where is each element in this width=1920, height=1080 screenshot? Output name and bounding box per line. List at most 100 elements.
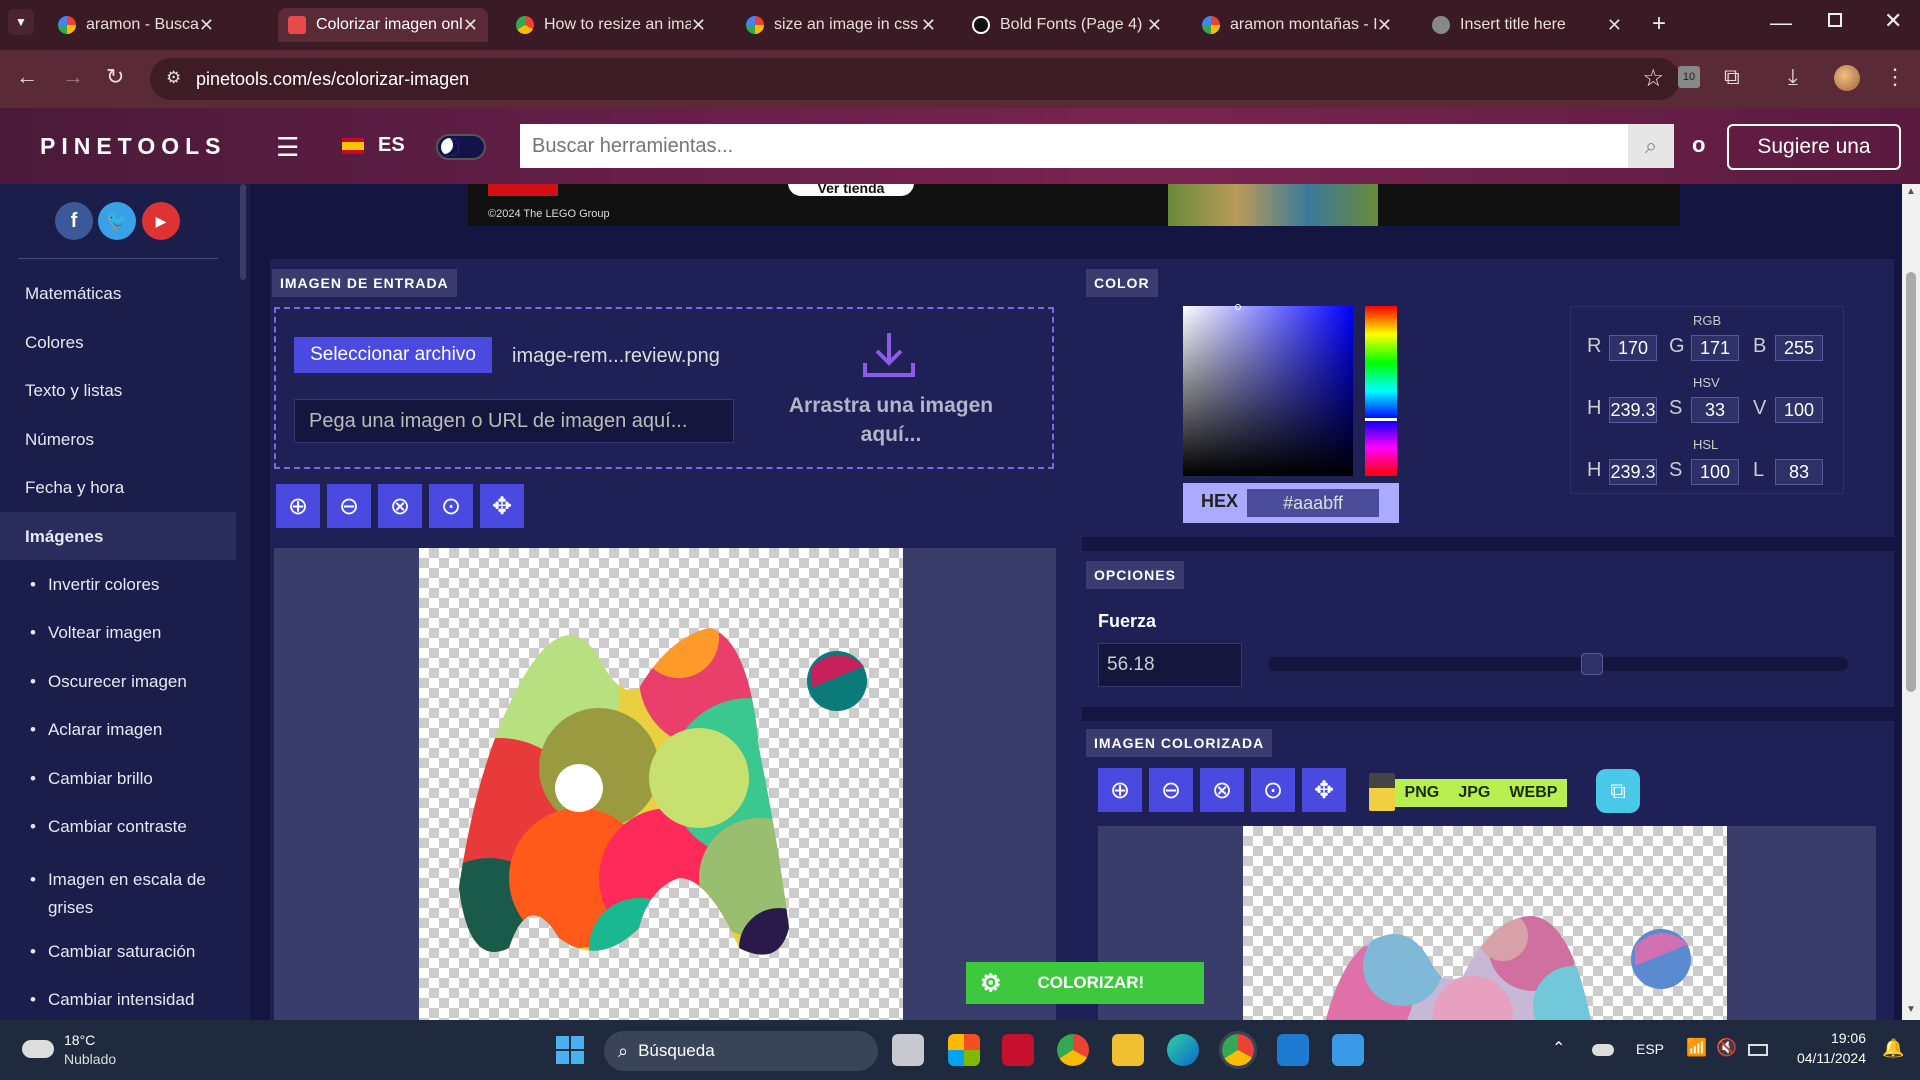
close-tab-icon[interactable]: ✕ bbox=[1377, 15, 1392, 36]
g-input[interactable]: 171 bbox=[1691, 335, 1739, 361]
store-icon[interactable] bbox=[948, 1034, 980, 1066]
dropzone[interactable]: Seleccionar archivo image-rem...review.p… bbox=[274, 307, 1054, 469]
zoom-reset-icon[interactable]: ⊗ bbox=[1200, 768, 1244, 812]
mcafee-icon[interactable] bbox=[1002, 1034, 1034, 1066]
sidebar-item-imagenes[interactable]: Imágenes bbox=[25, 527, 103, 547]
strength-input[interactable]: 56.18 bbox=[1098, 643, 1242, 687]
youtube-icon[interactable]: ▶ bbox=[142, 202, 180, 240]
close-tab-icon[interactable]: ✕ bbox=[1607, 15, 1622, 36]
bookmark-star-icon[interactable]: ☆ bbox=[1642, 64, 1664, 93]
hsl-l-input[interactable]: 83 bbox=[1775, 459, 1823, 485]
reload-icon[interactable]: ↻ bbox=[106, 64, 124, 90]
hex-input[interactable]: #aaabff bbox=[1247, 489, 1379, 517]
hsl-h-input[interactable]: 239.3 bbox=[1609, 459, 1657, 485]
close-tab-icon[interactable]: ✕ bbox=[691, 15, 706, 36]
app-icon[interactable] bbox=[1332, 1034, 1364, 1066]
sidebar-subitem[interactable]: Cambiar saturación bbox=[30, 942, 195, 962]
output-preview-area[interactable] bbox=[1098, 826, 1876, 1020]
saturation-value-picker[interactable] bbox=[1183, 304, 1353, 476]
tab-bold-fonts[interactable]: Bold Fonts (Page 4) | ✕ bbox=[962, 8, 1172, 42]
hsv-h-input[interactable]: 239.3 bbox=[1609, 397, 1657, 423]
tab-aramon-montanas[interactable]: aramon montañas - I ✕ bbox=[1192, 8, 1402, 42]
scroll-thumb[interactable] bbox=[1906, 272, 1916, 692]
windows-start-icon[interactable] bbox=[556, 1036, 584, 1064]
picker-cursor[interactable] bbox=[1235, 304, 1241, 310]
strength-slider-handle[interactable] bbox=[1581, 653, 1604, 675]
back-icon[interactable]: ← bbox=[16, 64, 38, 90]
input-preview-area[interactable] bbox=[274, 548, 1056, 1020]
tools-search-input[interactable] bbox=[520, 124, 1674, 168]
sidebar-subitem[interactable]: Imagen en escala de grises bbox=[30, 866, 220, 922]
restore-icon[interactable] bbox=[1828, 13, 1842, 27]
zoom-fit-icon[interactable]: ⊙ bbox=[1251, 768, 1295, 812]
menu-dots-icon[interactable]: ⋮ bbox=[1884, 64, 1906, 90]
close-tab-icon[interactable]: ✕ bbox=[921, 15, 936, 36]
page-scrollbar-track[interactable]: ▲ ▼ bbox=[1902, 184, 1920, 1020]
hamburger-menu-icon[interactable]: ☰ bbox=[276, 132, 299, 163]
taskbar-search[interactable]: ⌕ Búsqueda bbox=[604, 1031, 878, 1071]
tab-size-image-css[interactable]: size an image in css - ✕ bbox=[736, 8, 946, 42]
zoom-out-icon[interactable]: ⊖ bbox=[327, 484, 371, 528]
facebook-icon[interactable]: f bbox=[55, 202, 93, 240]
zoom-in-icon[interactable]: ⊕ bbox=[1098, 768, 1142, 812]
sidebar-item-matematicas[interactable]: Matemáticas bbox=[25, 284, 121, 304]
sidebar-item-fecha[interactable]: Fecha y hora bbox=[25, 478, 124, 498]
tab-aramon-search[interactable]: aramon - Buscar con ✕ bbox=[48, 8, 224, 42]
file-explorer-icon[interactable] bbox=[1112, 1034, 1144, 1066]
wifi-icon[interactable]: 📶 bbox=[1686, 1038, 1707, 1058]
hsl-s-input[interactable]: 100 bbox=[1691, 459, 1739, 485]
move-icon[interactable]: ✥ bbox=[1302, 768, 1346, 812]
keyboard-lang[interactable]: ESP bbox=[1636, 1041, 1664, 1057]
sidebar-item-colores[interactable]: Colores bbox=[25, 333, 84, 353]
clock-date[interactable]: 04/11/2024 bbox=[1788, 1050, 1866, 1066]
notification-bell-icon[interactable]: 🔔 bbox=[1882, 1038, 1904, 1059]
webp-download-button[interactable]: WEBP bbox=[1509, 784, 1557, 802]
tab-insert-title[interactable]: Insert title here ✕ bbox=[1422, 8, 1632, 42]
close-tab-icon[interactable]: ✕ bbox=[199, 15, 214, 36]
strength-slider-track[interactable] bbox=[1268, 653, 1848, 675]
address-bar[interactable]: ⚙ pinetools.com/es/colorizar-imagen ☆ bbox=[150, 58, 1680, 100]
profile-avatar[interactable] bbox=[1834, 65, 1860, 91]
hue-slider-handle[interactable] bbox=[1365, 418, 1397, 421]
colorize-button[interactable]: ⚙ COLORIZAR! bbox=[966, 962, 1204, 1004]
extension-badge-icon[interactable]: 10 bbox=[1678, 66, 1700, 88]
image-url-input[interactable]: Pega una imagen o URL de imagen aquí... bbox=[294, 399, 734, 443]
sidebar-item-texto[interactable]: Texto y listas bbox=[25, 381, 122, 401]
chrome-taskbar-icon[interactable] bbox=[1057, 1034, 1089, 1066]
zoom-out-icon[interactable]: ⊖ bbox=[1149, 768, 1193, 812]
language-selector[interactable]: ES bbox=[378, 134, 405, 157]
chrome-profile-icon[interactable] bbox=[1219, 1031, 1257, 1069]
sidebar-scrollbar[interactable] bbox=[240, 184, 246, 280]
close-tab-icon[interactable]: ✕ bbox=[463, 15, 478, 36]
chevron-up-icon[interactable]: ⌃ bbox=[1552, 1038, 1565, 1058]
r-input[interactable]: 170 bbox=[1609, 335, 1657, 361]
b-input[interactable]: 255 bbox=[1775, 335, 1823, 361]
png-download-button[interactable]: PNG bbox=[1405, 784, 1440, 802]
sidebar-subitem[interactable]: Oscurecer imagen bbox=[30, 672, 187, 692]
zoom-reset-icon[interactable]: ⊗ bbox=[378, 484, 422, 528]
hsv-v-input[interactable]: 100 bbox=[1775, 397, 1823, 423]
jpg-download-button[interactable]: JPG bbox=[1458, 784, 1490, 802]
move-icon[interactable]: ✥ bbox=[480, 484, 524, 528]
tab-resize-image[interactable]: How to resize an ima ✕ bbox=[506, 8, 716, 42]
task-view-icon[interactable] bbox=[892, 1034, 924, 1066]
sidebar-subitem[interactable]: Cambiar intensidad bbox=[30, 990, 194, 1010]
hsv-s-input[interactable]: 33 bbox=[1691, 397, 1739, 423]
select-file-button[interactable]: Seleccionar archivo bbox=[294, 337, 492, 373]
weather-temp[interactable]: 18°C bbox=[64, 1032, 95, 1048]
volume-muted-icon[interactable]: 🔇 bbox=[1716, 1038, 1737, 1058]
sidebar-item-numeros[interactable]: Números bbox=[25, 430, 94, 450]
search-icon[interactable]: ⌕ bbox=[1628, 124, 1674, 168]
sidebar-subitem[interactable]: Cambiar contraste bbox=[30, 817, 187, 837]
close-tab-icon[interactable]: ✕ bbox=[1147, 15, 1162, 36]
extensions-icon[interactable]: ⧉ bbox=[1724, 64, 1740, 90]
weather-desc[interactable]: Nublado bbox=[64, 1051, 116, 1067]
tab-colorizar[interactable]: Colorizar imagen onli ✕ bbox=[278, 8, 488, 42]
download-icon[interactable]: ⤓ bbox=[1788, 64, 1798, 90]
zoom-fit-icon[interactable]: ⊙ bbox=[429, 484, 473, 528]
sidebar-subitem[interactable]: Cambiar brillo bbox=[30, 769, 153, 789]
site-info-icon[interactable]: ⚙ bbox=[166, 68, 181, 88]
suggest-button[interactable]: Sugiere una bbox=[1727, 124, 1901, 170]
sidebar-subitem[interactable]: Invertir colores bbox=[30, 575, 159, 595]
dark-mode-toggle[interactable] bbox=[436, 134, 486, 160]
